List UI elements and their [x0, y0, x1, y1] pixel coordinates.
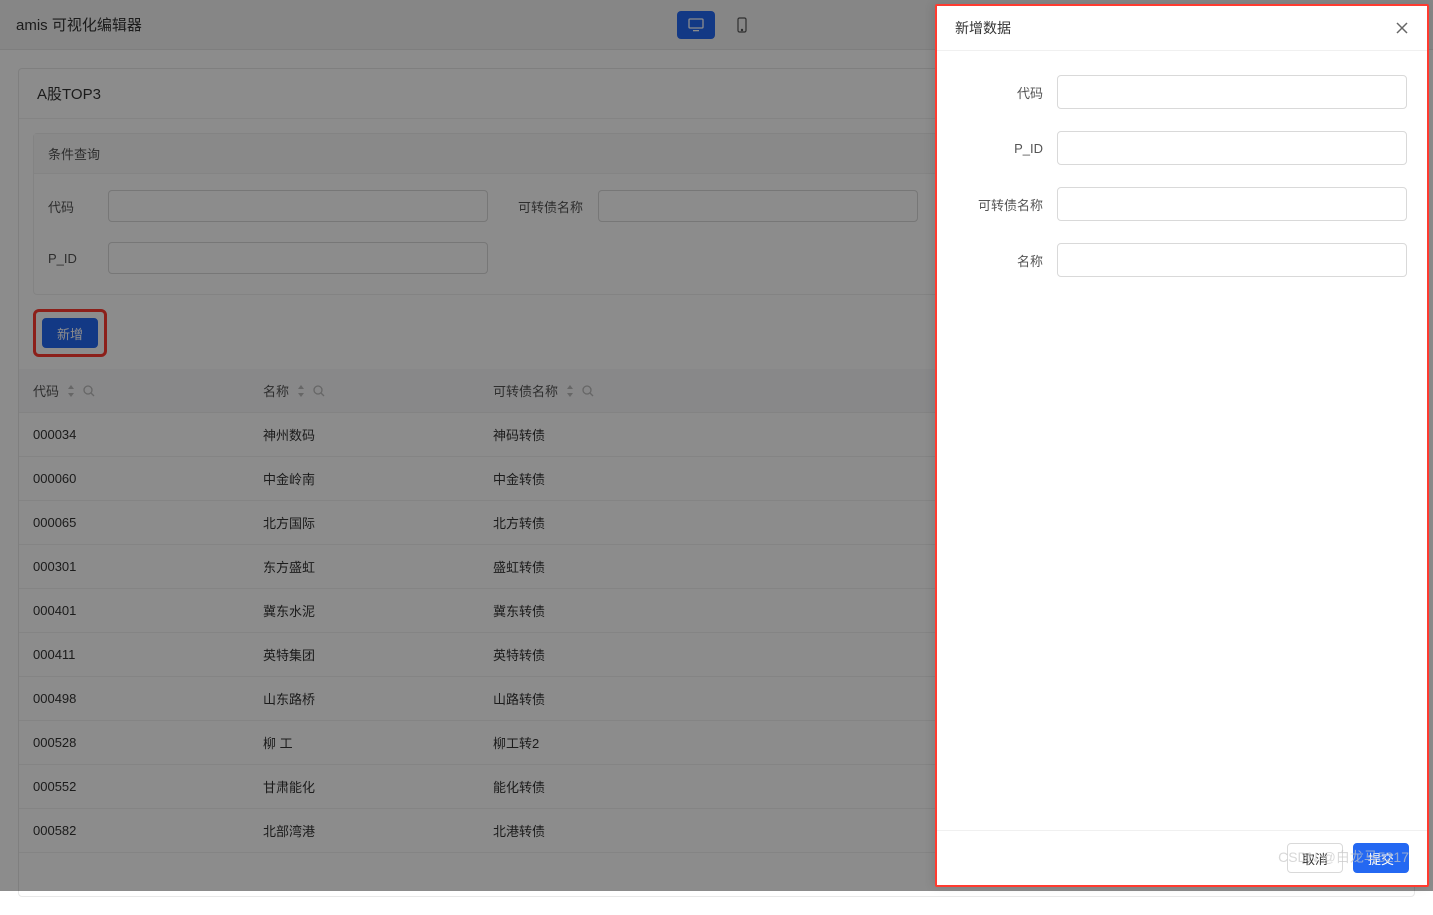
drawer-footer: 取消 提交	[937, 830, 1427, 885]
drawer-label-name: 名称	[957, 251, 1057, 270]
drawer-label-pid: P_ID	[957, 141, 1057, 156]
drawer-label-bond: 可转债名称	[957, 195, 1057, 214]
drawer-header: 新增数据	[937, 6, 1427, 51]
drawer-row-name: 名称	[957, 243, 1407, 277]
drawer-input-pid[interactable]	[1057, 131, 1407, 165]
add-drawer: 新增数据 代码 P_ID 可转债名称 名称 取消 提交	[935, 4, 1429, 887]
cancel-button[interactable]: 取消	[1287, 843, 1343, 873]
drawer-input-bond[interactable]	[1057, 187, 1407, 221]
drawer-row-pid: P_ID	[957, 131, 1407, 165]
drawer-label-code: 代码	[957, 83, 1057, 102]
drawer-input-name[interactable]	[1057, 243, 1407, 277]
close-button[interactable]	[1395, 21, 1409, 35]
drawer-row-bond: 可转债名称	[957, 187, 1407, 221]
close-icon	[1395, 21, 1409, 35]
drawer-title: 新增数据	[955, 18, 1011, 38]
drawer-row-code: 代码	[957, 75, 1407, 109]
drawer-input-code[interactable]	[1057, 75, 1407, 109]
submit-button[interactable]: 提交	[1353, 843, 1409, 873]
drawer-body: 代码 P_ID 可转债名称 名称	[937, 51, 1427, 830]
